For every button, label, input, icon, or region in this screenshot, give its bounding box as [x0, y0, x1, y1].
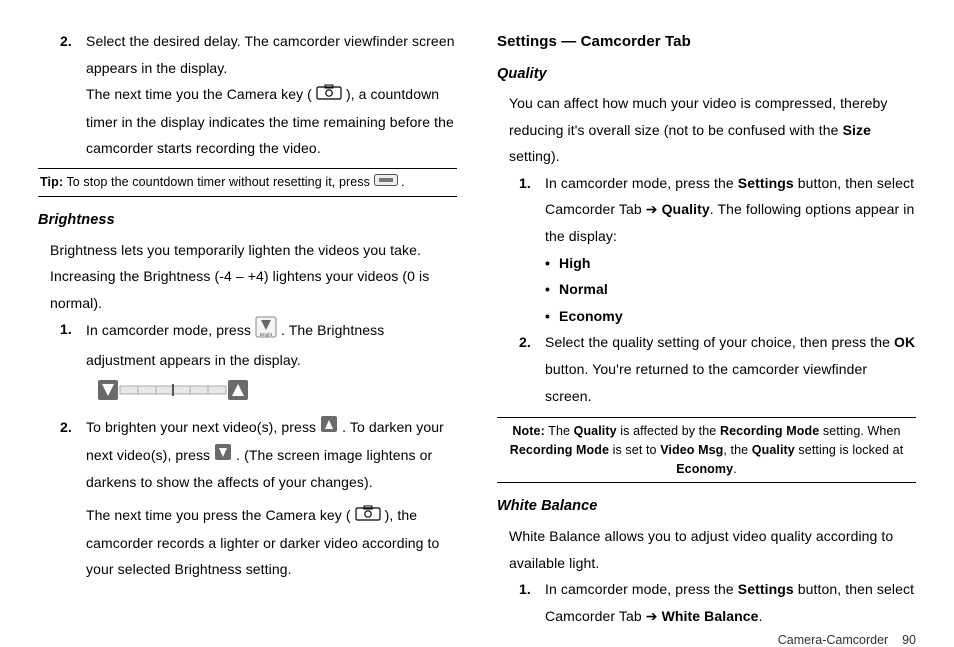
brighten-icon	[320, 415, 338, 442]
text: is affected by the	[617, 424, 720, 438]
two-column-layout: 2. Select the desired delay. The camcord…	[38, 28, 916, 629]
text: The next time you press the Camera key (	[86, 507, 351, 523]
text: In camcorder mode, press the	[545, 175, 738, 191]
text: setting is locked at	[795, 443, 903, 457]
brightness-button-icon: Bright	[255, 316, 277, 347]
bold: Video Msg	[660, 443, 723, 457]
option-economy: Economy	[559, 303, 623, 330]
text: The next time you the Camera key (	[86, 86, 312, 102]
text: , the	[723, 443, 751, 457]
footer-section: Camera-Camcorder	[778, 633, 888, 647]
text: You can affect how much your video is co…	[509, 95, 887, 138]
paragraph: You can affect how much your video is co…	[509, 90, 916, 170]
paragraph: Brightness lets you temporarily lighten …	[50, 237, 457, 317]
bold: Quality	[574, 424, 617, 438]
note-label: Note:	[512, 424, 544, 438]
text: Select the desired delay. The camcorder …	[86, 33, 455, 76]
tip-text: .	[401, 175, 405, 189]
bold: Settings	[738, 175, 794, 191]
text: In camcorder mode, press	[86, 322, 255, 338]
darken-icon	[214, 443, 232, 470]
svg-text:Bright: Bright	[260, 332, 273, 337]
camera-key-icon	[316, 82, 342, 109]
tip-box: Tip: To stop the countdown timer without…	[38, 168, 457, 197]
list-item: •Normal	[545, 276, 916, 303]
key-icon	[374, 173, 398, 192]
bold: Quality	[662, 201, 710, 217]
tip-text: To stop the countdown timer without rese…	[66, 175, 373, 189]
option-high: High	[559, 250, 591, 277]
step-number: 1.	[60, 316, 86, 373]
list-item: 1. In camcorder mode, press Bright . The…	[60, 316, 457, 373]
option-normal: Normal	[559, 276, 608, 303]
step-number: 2.	[60, 28, 86, 81]
list-item: 1. In camcorder mode, press the Settings…	[519, 576, 916, 629]
step-body: To brighten your next video(s), press . …	[86, 414, 457, 583]
bold: Settings	[738, 581, 794, 597]
bullet: •	[545, 276, 559, 303]
paragraph: White Balance allows you to adjust video…	[509, 523, 916, 576]
bold: White Balance	[662, 608, 759, 624]
right-column: Settings — Camcorder Tab Quality You can…	[497, 28, 916, 629]
note-box: Note: The Quality is affected by the Rec…	[497, 417, 916, 483]
page-footer: Camera-Camcorder 90	[38, 629, 916, 647]
list-item: 1. In camcorder mode, press the Settings…	[519, 170, 916, 250]
left-column: 2. Select the desired delay. The camcord…	[38, 28, 457, 629]
step-number: 2.	[519, 329, 545, 409]
section-heading-settings: Settings — Camcorder Tab	[497, 28, 916, 57]
list-item: 2. Select the desired delay. The camcord…	[60, 28, 457, 81]
step-body: In camcorder mode, press the Settings bu…	[545, 170, 916, 250]
bullet: •	[545, 250, 559, 277]
bold: Economy	[676, 462, 733, 476]
text: .	[759, 608, 763, 624]
tip-label: Tip:	[40, 175, 63, 189]
bold: Recording Mode	[720, 424, 819, 438]
step-body: Select the desired delay. The camcorder …	[86, 28, 457, 81]
text: setting).	[509, 148, 560, 164]
bold: Size	[843, 122, 871, 138]
camera-key-icon	[355, 503, 381, 530]
text: button. You're returned to the camcorder…	[545, 361, 867, 404]
text: is set to	[609, 443, 660, 457]
subsection-heading-brightness: Brightness	[38, 207, 457, 235]
list-item: •Economy	[545, 303, 916, 330]
step-body: Select the quality setting of your choic…	[545, 329, 916, 409]
subsection-heading-white-balance: White Balance	[497, 493, 916, 521]
text: To brighten your next video(s), press	[86, 419, 320, 435]
bullet-list: •High •Normal •Economy	[545, 250, 916, 330]
text: In camcorder mode, press the	[545, 581, 738, 597]
step-number: 1.	[519, 576, 545, 629]
bold: Recording Mode	[510, 443, 609, 457]
step-number: 1.	[519, 170, 545, 250]
step-continuation: The next time you the Camera key ( ), a …	[86, 81, 457, 162]
list-item: 2. To brighten your next video(s), press…	[60, 414, 457, 583]
text: .	[733, 462, 737, 476]
bold: Quality	[752, 443, 795, 457]
bullet: •	[545, 303, 559, 330]
step-body: In camcorder mode, press the Settings bu…	[545, 576, 916, 629]
text: Select the quality setting of your choic…	[545, 334, 894, 350]
list-item: 2. Select the quality setting of your ch…	[519, 329, 916, 409]
brightness-slider-icon	[98, 378, 457, 411]
step-body: In camcorder mode, press Bright . The Br…	[86, 316, 457, 373]
footer-page-number: 90	[902, 633, 916, 647]
text: setting. When	[819, 424, 900, 438]
text: The	[545, 424, 574, 438]
bold: OK	[894, 334, 915, 350]
manual-page: 2. Select the desired delay. The camcord…	[0, 0, 954, 636]
step-number: 2.	[60, 414, 86, 583]
subsection-heading-quality: Quality	[497, 61, 916, 89]
list-item: •High	[545, 250, 916, 277]
